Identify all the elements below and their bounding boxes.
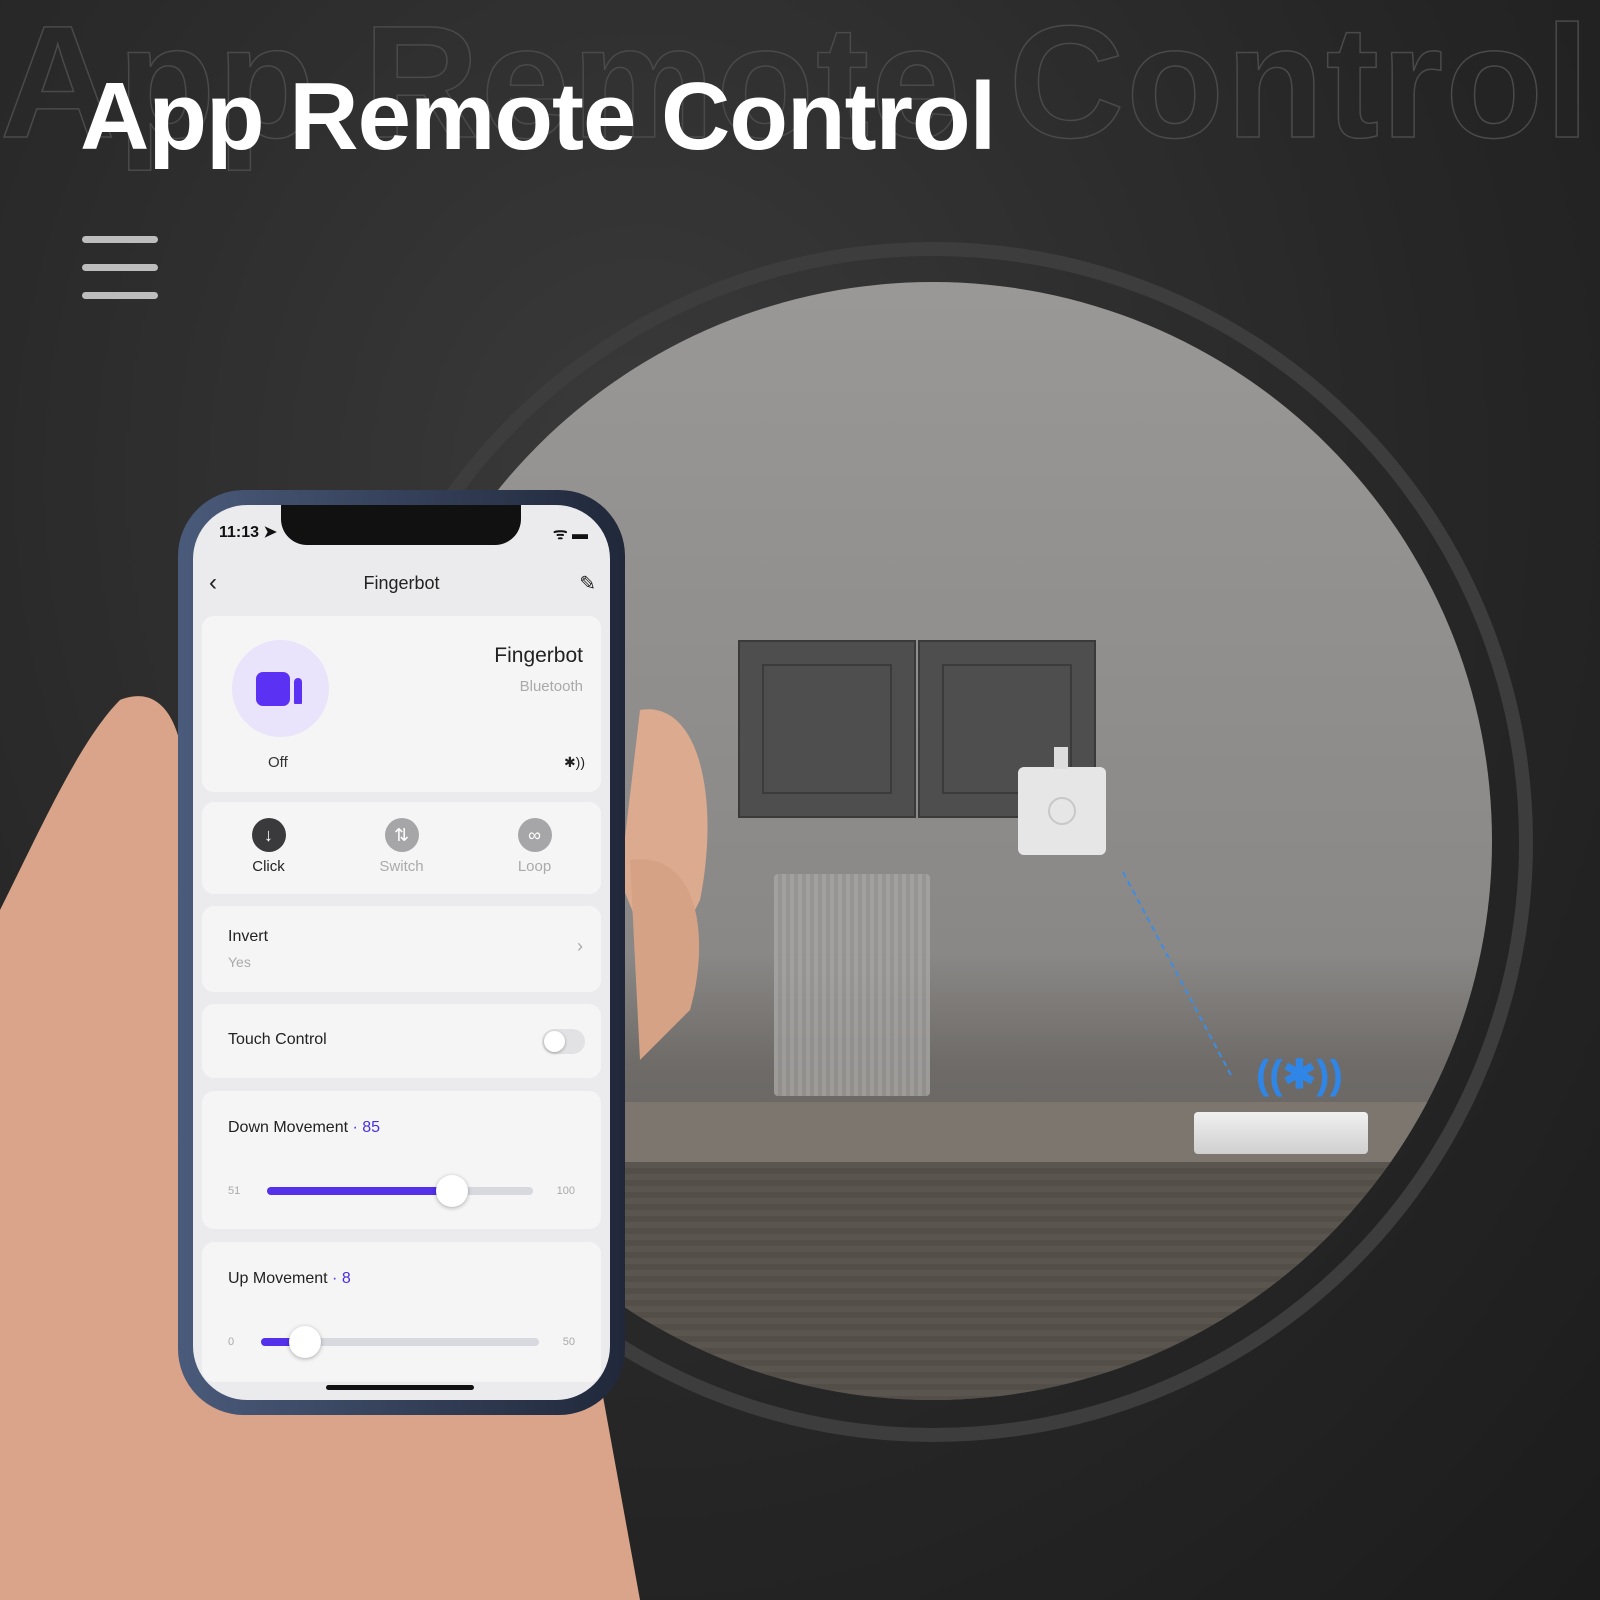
bluetooth-signal-icon: ((✱)) (1256, 1053, 1343, 1097)
home-indicator (326, 1385, 474, 1390)
bluetooth-signal-icon: ✱)) (563, 754, 585, 770)
fingerbot-device (1018, 747, 1106, 855)
arrow-down-icon: ↓ (251, 818, 286, 852)
swap-icon: ⇅ (384, 818, 419, 852)
touch-control-label: Touch Control (228, 1031, 327, 1048)
headline: App Remote Control (80, 63, 996, 170)
status-time: 11:13 ➤ (219, 524, 277, 541)
down-movement-card: Down Movement · 85 51 100 (202, 1091, 601, 1229)
edit-icon[interactable]: ✎ (579, 571, 596, 596)
up-movement-value: 8 (341, 1270, 351, 1287)
page-title: Fingerbot (363, 572, 440, 593)
device-card: Off Fingerbot Bluetooth ✱)) (202, 616, 601, 792)
up-movement-slider[interactable] (261, 1326, 539, 1358)
invert-value: Yes (228, 954, 251, 970)
app-screen: 11:13 ➤ ᯤ ▬ ‹ Fingerbot ✎ Off Fingerbot … (193, 505, 610, 1400)
signal-line (1122, 871, 1232, 1076)
wifi-battery-icon: ᯤ ▬ (552, 526, 588, 543)
device-name: Fingerbot (494, 644, 583, 667)
slider-thumb[interactable] (289, 1326, 322, 1358)
glass-vase (774, 874, 930, 1096)
nav-bar: ‹ Fingerbot ✎ (193, 563, 610, 603)
loop-icon: ∞ (517, 818, 552, 852)
mode-switch[interactable]: ⇅ Switch (352, 802, 452, 894)
up-max: 50 (562, 1336, 575, 1348)
up-movement-card: Up Movement · 8 0 50 (202, 1242, 601, 1382)
slider-thumb[interactable] (435, 1175, 468, 1207)
down-movement-label: Down Movement · 85 (228, 1119, 381, 1136)
chevron-right-icon: › (577, 936, 583, 956)
mode-label: Switch (379, 858, 424, 875)
back-icon[interactable]: ‹ (209, 569, 217, 597)
status-bar: 11:13 ➤ ᯤ ▬ (219, 522, 588, 544)
touch-control-toggle[interactable] (542, 1029, 585, 1054)
mode-selector: ↓ Click ⇅ Switch ∞ Loop (202, 802, 601, 894)
down-movement-value: 85 (362, 1119, 381, 1136)
mode-loop[interactable]: ∞ Loop (485, 802, 585, 894)
mode-label: Loop (517, 858, 552, 875)
power-button[interactable] (232, 640, 329, 737)
wall-socket (738, 640, 916, 818)
fingerbot-icon (256, 672, 290, 706)
down-min: 51 (228, 1185, 241, 1197)
mode-click[interactable]: ↓ Click (219, 802, 319, 894)
up-min: 0 (228, 1336, 235, 1348)
hamburger-menu-icon (82, 236, 158, 320)
invert-label: Invert (228, 928, 269, 945)
device-connection: Bluetooth (519, 678, 583, 695)
up-movement-label: Up Movement · 8 (228, 1270, 351, 1287)
down-movement-slider[interactable] (267, 1175, 533, 1207)
touch-control-row: Touch Control (202, 1004, 601, 1078)
phone: 11:13 ➤ ᯤ ▬ ‹ Fingerbot ✎ Off Fingerbot … (178, 490, 625, 1415)
down-max: 100 (556, 1185, 575, 1197)
gateway-hub (1194, 1112, 1368, 1154)
invert-row[interactable]: Invert Yes › (202, 906, 601, 992)
mode-label: Click (252, 858, 285, 875)
device-state: Off (268, 754, 288, 771)
